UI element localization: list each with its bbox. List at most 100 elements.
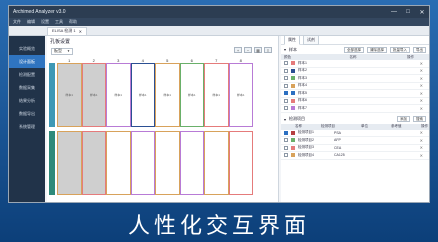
table-row[interactable]: 样本4 ✕ xyxy=(281,83,429,90)
menu-file[interactable]: 文件 xyxy=(13,19,21,25)
color-swatch[interactable] xyxy=(291,76,295,81)
menu-edit[interactable]: 编辑 xyxy=(27,19,35,25)
color-swatch[interactable] xyxy=(291,91,295,96)
plate-well[interactable]: 样本1 xyxy=(228,63,253,127)
color-swatch[interactable] xyxy=(291,145,295,150)
row-checkbox[interactable] xyxy=(284,61,288,66)
plate-well[interactable]: 样本1 xyxy=(81,63,106,127)
table-row[interactable]: 样本3 ✕ xyxy=(281,75,429,83)
zoom-out-icon[interactable]: − xyxy=(244,47,252,53)
row-checkbox[interactable] xyxy=(284,76,288,81)
header-unit: 单位 xyxy=(361,124,368,128)
delete-icon[interactable]: ✕ xyxy=(420,130,423,135)
plate-well[interactable] xyxy=(228,131,253,195)
sidebar-item[interactable]: 数据采集 xyxy=(9,81,45,94)
delete-icon[interactable]: ✕ xyxy=(420,145,423,150)
assay-table: 检测项目1 PSA ✕ 检测项目2 AFP ✕ 检测项目3 CEA ✕ 检测项目4 CA125 ✕ xyxy=(281,130,429,160)
plate-well[interactable]: 样本1 xyxy=(179,63,204,127)
import-button[interactable]: 批量导入 xyxy=(390,46,410,53)
color-swatch[interactable] xyxy=(291,130,295,135)
tab-properties[interactable]: 属性 xyxy=(284,35,300,45)
menu-tools[interactable]: 工具 xyxy=(55,19,63,25)
plate-well[interactable] xyxy=(106,131,131,195)
grid-view-icon[interactable]: ▦ xyxy=(254,47,262,53)
add-button[interactable]: 添加 xyxy=(397,116,410,122)
menu-settings[interactable]: 设置 xyxy=(41,19,49,25)
table-row[interactable]: 样本6 ✕ xyxy=(281,98,429,105)
table-row[interactable]: 检测项目4 CA125 ✕ xyxy=(281,152,429,160)
color-swatch[interactable] xyxy=(291,68,295,73)
export-button[interactable]: 导出 xyxy=(413,46,426,53)
delete-icon[interactable]: ✕ xyxy=(420,76,423,81)
row-a-selector[interactable] xyxy=(49,63,55,127)
row-checkbox[interactable] xyxy=(284,83,288,88)
delete-icon[interactable]: ✕ xyxy=(420,98,423,103)
plate-well[interactable] xyxy=(155,131,180,195)
tab-close-icon[interactable]: ✕ xyxy=(79,29,82,34)
plate-well[interactable] xyxy=(130,131,155,195)
plate-well[interactable]: 样本1 xyxy=(130,63,155,127)
tab-reagents[interactable]: 试剂 xyxy=(303,35,319,45)
menu-help[interactable]: 帮助 xyxy=(69,19,77,25)
table-row[interactable]: 检测项目3 CEA ✕ xyxy=(281,145,429,152)
samples-table: 样本1 ✕ 样本2 ✕ 样本3 ✕ 样本4 ✕ 样本5 ✕ 样本6 ✕ 样本7 ✕ xyxy=(281,60,429,113)
delete-icon[interactable]: ✕ xyxy=(420,153,423,158)
sidebar-item[interactable]: 数据导出 xyxy=(9,107,45,120)
color-swatch[interactable] xyxy=(291,83,295,88)
color-swatch[interactable] xyxy=(291,98,295,103)
sidebar-item[interactable]: 设计面板 xyxy=(9,55,45,68)
row-checkbox[interactable] xyxy=(284,98,288,103)
delete-icon[interactable]: ✕ xyxy=(420,138,423,143)
table-row[interactable]: 样本5 ✕ xyxy=(281,90,429,98)
row-checkbox[interactable] xyxy=(284,130,288,135)
delete-icon[interactable]: ✕ xyxy=(420,91,423,96)
sidebar-item[interactable]: 系统管理 xyxy=(9,120,45,133)
delete-icon[interactable]: ✕ xyxy=(420,61,423,66)
color-swatch[interactable] xyxy=(291,138,295,143)
minimize-icon[interactable]: — xyxy=(387,9,401,15)
delete-icon[interactable]: ✕ xyxy=(420,83,423,88)
row-checkbox[interactable] xyxy=(284,138,288,143)
delete-icon[interactable]: ✕ xyxy=(420,68,423,73)
maximize-icon[interactable]: □ xyxy=(401,9,415,15)
plate-well[interactable] xyxy=(57,131,82,195)
plate-well[interactable]: 样本1 xyxy=(57,63,82,127)
plate-well[interactable] xyxy=(204,131,229,195)
color-swatch[interactable] xyxy=(291,106,295,111)
zoom-in-icon[interactable]: + xyxy=(234,47,242,53)
collapse-icon[interactable]: ▾ xyxy=(284,117,286,122)
list-view-icon[interactable]: ≡ xyxy=(264,47,272,53)
table-row[interactable]: 检测项目1 PSA ✕ xyxy=(281,130,429,137)
sidebar-item[interactable]: 实验概览 xyxy=(9,42,45,55)
table-row[interactable]: 样本7 ✕ xyxy=(281,105,429,113)
plate-well[interactable]: 样本1 xyxy=(106,63,131,127)
well-label: 样本1 xyxy=(114,93,123,97)
clear-selection-button[interactable]: 清除选择 xyxy=(367,46,387,53)
close-icon[interactable]: ✕ xyxy=(415,9,429,16)
row-b-selector[interactable] xyxy=(49,131,55,195)
row-checkbox[interactable] xyxy=(284,68,288,73)
row-checkbox[interactable] xyxy=(284,106,288,111)
table-row[interactable]: 检测项目2 AFP ✕ xyxy=(281,137,429,145)
plate-well[interactable]: 样本1 xyxy=(155,63,180,127)
table-row[interactable]: 样本1 ✕ xyxy=(281,60,429,68)
collapse-icon[interactable]: ▾ xyxy=(284,47,286,52)
sidebar-item[interactable]: 检测配置 xyxy=(9,68,45,81)
row-checkbox[interactable] xyxy=(284,91,288,96)
tab-experiment[interactable]: ELISA 检测 1 ✕ xyxy=(47,26,87,35)
row-checkbox[interactable] xyxy=(284,153,288,158)
plate-well[interactable] xyxy=(81,131,106,195)
delete-icon[interactable]: ✕ xyxy=(420,106,423,111)
plate-type-dropdown[interactable]: 板型 ▼ xyxy=(51,47,73,55)
sidebar-item[interactable]: 结果分析 xyxy=(9,94,45,107)
plate-well[interactable]: 样本1 xyxy=(204,63,229,127)
table-row[interactable]: 样本2 ✕ xyxy=(281,68,429,75)
select-all-button[interactable]: 全部选择 xyxy=(344,46,364,53)
color-swatch[interactable] xyxy=(291,153,295,158)
assay-title: 检测项目 xyxy=(289,116,306,121)
row-checkbox[interactable] xyxy=(284,145,288,150)
color-swatch[interactable] xyxy=(291,61,295,66)
sample-name: 样本2 xyxy=(298,68,307,73)
plate-well[interactable] xyxy=(179,131,204,195)
search-button[interactable]: 搜索 xyxy=(413,116,426,122)
